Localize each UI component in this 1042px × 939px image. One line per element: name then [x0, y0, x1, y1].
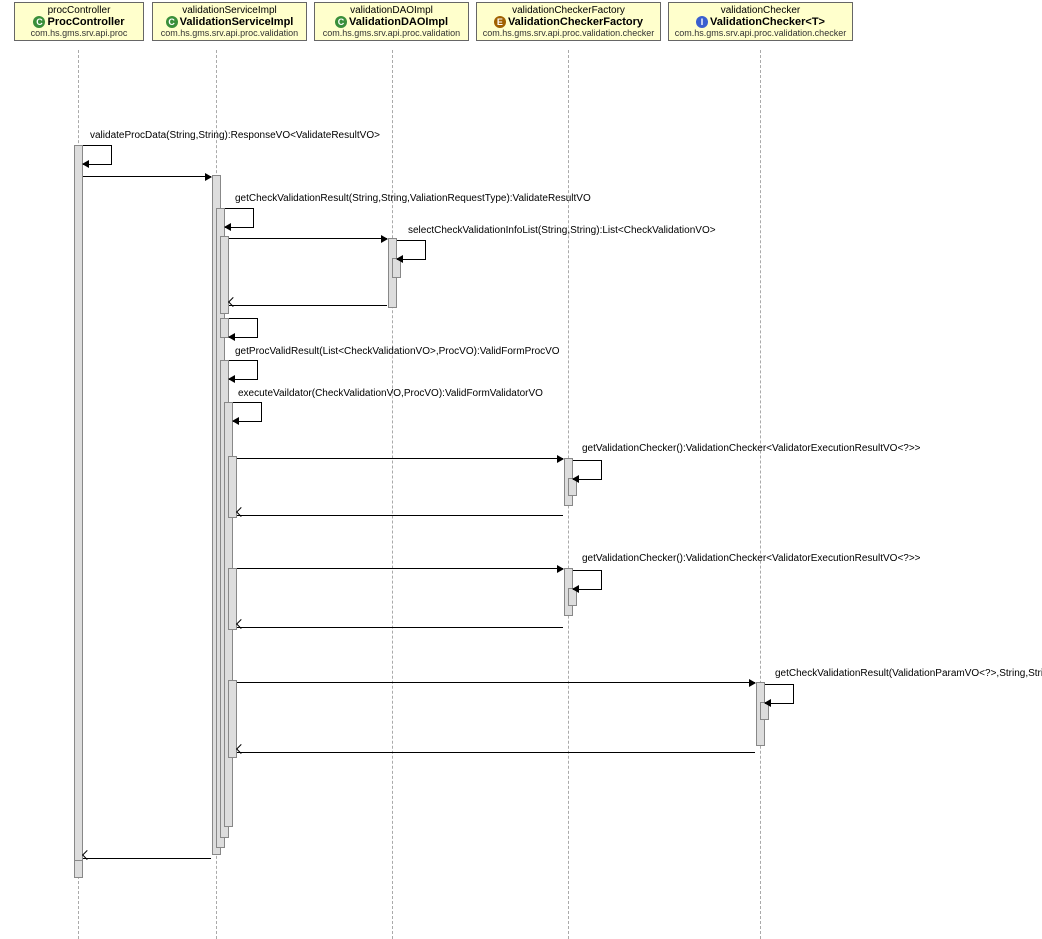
- return-arrow: [237, 515, 563, 516]
- message-label: selectCheckValidationInfoList(String,Str…: [408, 225, 716, 236]
- participant-instance-name: validationDAOImpl: [319, 5, 464, 16]
- class-icon: C: [33, 16, 45, 28]
- activation-bar: [228, 456, 237, 518]
- participant-validation-checker: validationChecker I ValidationChecker<T>…: [668, 2, 853, 41]
- message-label: getCheckValidationResult(ValidationParam…: [775, 668, 1042, 679]
- message-label: getProcValidResult(List<CheckValidationV…: [235, 346, 560, 357]
- self-call: [765, 684, 794, 704]
- participant-instance-name: validationServiceImpl: [157, 5, 302, 16]
- self-call: [83, 145, 112, 165]
- class-icon: C: [166, 16, 178, 28]
- participant-package: com.hs.gms.srv.api.proc.validation.check…: [673, 28, 848, 38]
- participant-instance-name: validationChecker: [673, 5, 848, 16]
- call-arrow: [237, 682, 755, 683]
- participant-class-name: ValidationServiceImpl: [180, 16, 294, 28]
- lifeline: [392, 50, 393, 939]
- participant-validation-service-impl: validationServiceImpl C ValidationServic…: [152, 2, 307, 41]
- sequence-diagram: procController C ProcController com.hs.g…: [0, 0, 1042, 939]
- message-label: getValidationChecker():ValidationChecker…: [582, 443, 921, 454]
- message-label: getValidationChecker():ValidationChecker…: [582, 553, 921, 564]
- call-arrow: [229, 238, 387, 239]
- message-label: executeVaildator(CheckValidationVO,ProcV…: [238, 388, 543, 399]
- return-arrow: [237, 627, 563, 628]
- participant-class-name: ProcController: [47, 16, 124, 28]
- participant-class-name: ValidationCheckerFactory: [508, 16, 643, 28]
- participant-validation-checker-factory: validationCheckerFactory E ValidationChe…: [476, 2, 661, 41]
- lifeline: [760, 50, 761, 939]
- message-label: getCheckValidationResult(String,String,V…: [235, 193, 591, 204]
- participant-instance-name: validationCheckerFactory: [481, 5, 656, 16]
- participant-class-name: ValidationChecker<T>: [710, 16, 825, 28]
- participant-validation-dao-impl: validationDAOImpl C ValidationDAOImpl co…: [314, 2, 469, 41]
- return-arrow: [237, 752, 755, 753]
- activation-bar: [228, 568, 237, 630]
- self-call: [573, 570, 602, 590]
- participant-instance-name: procController: [19, 5, 139, 16]
- self-call: [573, 460, 602, 480]
- participant-proc-controller: procController C ProcController com.hs.g…: [14, 2, 144, 41]
- return-arrow: [83, 858, 211, 859]
- participant-package: com.hs.gms.srv.api.proc.validation: [157, 28, 302, 38]
- participant-package: com.hs.gms.srv.api.proc: [19, 28, 139, 38]
- self-call: [225, 208, 254, 228]
- participant-package: com.hs.gms.srv.api.proc.validation: [319, 28, 464, 38]
- self-call: [229, 318, 258, 338]
- interface-icon: I: [696, 16, 708, 28]
- self-call: [233, 402, 262, 422]
- participant-package: com.hs.gms.srv.api.proc.validation.check…: [481, 28, 656, 38]
- enum-icon: E: [494, 16, 506, 28]
- call-arrow: [237, 568, 563, 569]
- call-arrow: [83, 176, 211, 177]
- class-icon: C: [335, 16, 347, 28]
- return-arrow: [229, 305, 387, 306]
- activation-bar: [228, 680, 237, 758]
- self-call: [229, 360, 258, 380]
- activation-bar: [74, 860, 83, 878]
- message-label: validateProcData(String,String):Response…: [90, 130, 380, 141]
- self-call: [397, 240, 426, 260]
- participant-class-name: ValidationDAOImpl: [349, 16, 448, 28]
- activation-bar: [74, 145, 83, 875]
- call-arrow: [237, 458, 563, 459]
